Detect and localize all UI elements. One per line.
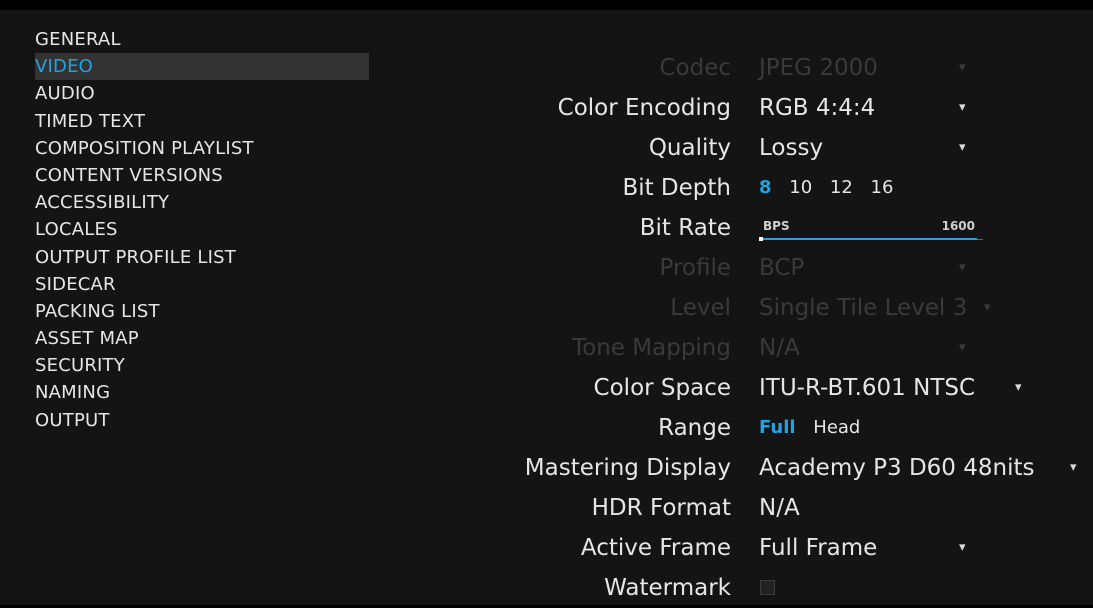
- slider-fill: [761, 238, 977, 240]
- slider-handle[interactable]: [759, 237, 763, 241]
- active-frame-label: Active Frame: [580, 535, 731, 561]
- bit-depth-option-8[interactable]: 8: [759, 177, 772, 198]
- level-label: Level: [670, 295, 731, 321]
- sidebar-item-general[interactable]: GENERAL: [35, 26, 369, 53]
- settings-sidebar: GENERAL VIDEO AUDIO TIMED TEXT COMPOSITI…: [35, 26, 369, 434]
- sidebar-item-audio[interactable]: AUDIO: [35, 80, 369, 107]
- codec-dropdown[interactable]: JPEG 2000: [759, 48, 878, 88]
- hdr-format-label: HDR Format: [591, 495, 731, 521]
- bit-rate-max-value: 1600: [941, 219, 975, 233]
- tone-mapping-label: Tone Mapping: [572, 335, 731, 361]
- sidebar-item-asset-map[interactable]: ASSET MAP: [35, 325, 369, 352]
- caret-down-icon: ▾: [959, 260, 966, 275]
- caret-down-icon[interactable]: ▾: [1070, 448, 1077, 488]
- sidebar-item-timed-text[interactable]: TIMED TEXT: [35, 108, 369, 135]
- sidebar-item-packing-list[interactable]: PACKING LIST: [35, 298, 369, 325]
- color-space-label: Color Space: [593, 375, 731, 401]
- sidebar-item-naming[interactable]: NAMING: [35, 379, 369, 406]
- sidebar-item-security[interactable]: SECURITY: [35, 352, 369, 379]
- quality-row: Quality Lossy ▾: [470, 128, 1093, 168]
- caret-down-icon[interactable]: ▾: [959, 128, 966, 168]
- bit-rate-row: Bit Rate BPS 1600: [470, 208, 1093, 248]
- codec-label: Codec: [659, 55, 731, 81]
- quality-label: Quality: [648, 135, 731, 161]
- caret-down-icon: ▾: [984, 300, 991, 315]
- range-option-head[interactable]: Head: [813, 417, 860, 438]
- level-dropdown[interactable]: Single Tile Level 3: [759, 288, 967, 328]
- bit-depth-option-16[interactable]: 16: [871, 177, 894, 198]
- color-encoding-label: Color Encoding: [557, 95, 731, 121]
- color-encoding-dropdown[interactable]: RGB 4:4:4: [759, 88, 875, 128]
- sidebar-item-sidecar[interactable]: SIDECAR: [35, 271, 369, 298]
- bit-depth-option-12[interactable]: 12: [830, 177, 853, 198]
- sidebar-item-accessibility[interactable]: ACCESSIBILITY: [35, 189, 369, 216]
- mastering-display-dropdown[interactable]: Academy P3 D60 48nits: [759, 448, 1034, 488]
- watermark-label: Watermark: [604, 575, 731, 601]
- bit-rate-slider[interactable]: BPS 1600: [759, 216, 983, 244]
- profile-dropdown[interactable]: BCP: [759, 248, 804, 288]
- range-option-full[interactable]: Full: [759, 417, 796, 438]
- active-frame-dropdown[interactable]: Full Frame: [759, 528, 877, 568]
- color-space-dropdown[interactable]: ITU-R-BT.601 NTSC: [759, 368, 975, 408]
- sidebar-item-composition-playlist[interactable]: COMPOSITION PLAYLIST: [35, 135, 369, 162]
- caret-down-icon[interactable]: ▾: [959, 528, 966, 568]
- bit-depth-selector: 8 10 12 16: [759, 168, 905, 208]
- range-label: Range: [658, 415, 731, 441]
- range-row: Range Full Head: [470, 408, 1093, 448]
- tone-mapping-dropdown[interactable]: N/A: [759, 328, 800, 368]
- hdr-format-row: HDR Format N/A: [470, 488, 1093, 528]
- tone-mapping-row: Tone Mapping N/A ▾: [470, 328, 1093, 368]
- caret-down-icon[interactable]: ▾: [959, 88, 966, 128]
- quality-dropdown[interactable]: Lossy: [759, 128, 823, 168]
- bit-depth-option-10[interactable]: 10: [789, 177, 812, 198]
- mastering-display-label: Mastering Display: [524, 455, 731, 481]
- sidebar-item-locales[interactable]: LOCALES: [35, 216, 369, 243]
- color-space-row: Color Space ITU-R-BT.601 NTSC ▾: [470, 368, 1093, 408]
- mastering-display-row: Mastering Display Academy P3 D60 48nits …: [470, 448, 1093, 488]
- sidebar-item-content-versions[interactable]: CONTENT VERSIONS: [35, 162, 369, 189]
- settings-panel: GENERAL VIDEO AUDIO TIMED TEXT COMPOSITI…: [0, 10, 1093, 605]
- active-frame-row: Active Frame Full Frame ▾: [470, 528, 1093, 568]
- watermark-checkbox[interactable]: [760, 580, 775, 595]
- hdr-format-value: N/A: [759, 495, 800, 521]
- level-row: Level Single Tile Level 3 ▾: [470, 288, 1093, 328]
- caret-down-icon: ▾: [959, 340, 966, 355]
- sidebar-item-output-profile-list[interactable]: OUTPUT PROFILE LIST: [35, 244, 369, 271]
- bit-depth-row: Bit Depth 8 10 12 16: [470, 168, 1093, 208]
- profile-row: Profile BCP ▾: [470, 248, 1093, 288]
- caret-down-icon: ▾: [959, 60, 966, 75]
- range-selector: Full Head: [759, 408, 872, 448]
- profile-label: Profile: [659, 255, 731, 281]
- sidebar-item-output[interactable]: OUTPUT: [35, 407, 369, 434]
- bit-rate-unit: BPS: [763, 219, 790, 233]
- color-encoding-row: Color Encoding RGB 4:4:4 ▾: [470, 88, 1093, 128]
- watermark-row: Watermark: [470, 568, 1093, 608]
- codec-row: Codec JPEG 2000 ▾: [470, 48, 1093, 88]
- bit-rate-label: Bit Rate: [639, 215, 731, 241]
- caret-down-icon[interactable]: ▾: [1015, 368, 1022, 408]
- bit-depth-label: Bit Depth: [622, 175, 731, 201]
- sidebar-item-video[interactable]: VIDEO: [35, 53, 369, 81]
